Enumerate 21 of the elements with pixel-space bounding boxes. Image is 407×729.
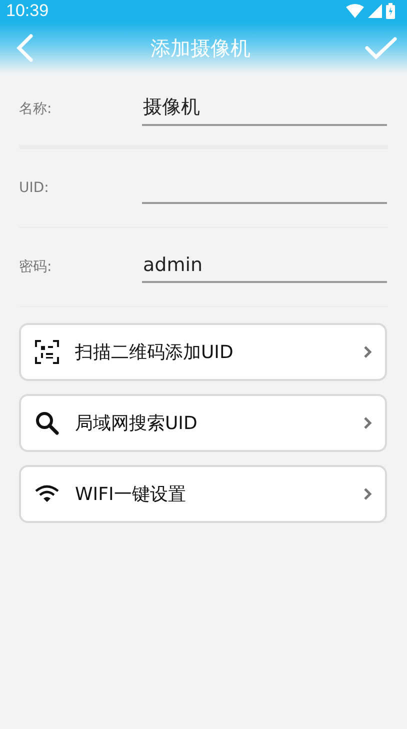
- input-field[interactable]: admin: [142, 250, 387, 284]
- battery-icon: [386, 3, 395, 19]
- field-label: UID:: [19, 178, 50, 198]
- field-label: 密码:: [19, 258, 53, 276]
- search-icon: [35, 411, 59, 435]
- chevron-icon: [363, 487, 373, 501]
- qr-scan-icon: [35, 340, 59, 364]
- back-button[interactable]: [14, 33, 36, 63]
- page-title: 添加摄像机: [150, 35, 250, 62]
- action-button[interactable]: 局域网搜索UID: [19, 394, 387, 452]
- input-field[interactable]: 摄像机: [142, 93, 387, 126]
- wifi-icon: [35, 484, 59, 504]
- action-button[interactable]: 扫描二维码添加UID: [19, 323, 387, 381]
- action-button[interactable]: WIFI一键设置: [19, 465, 387, 523]
- field-label: 名称:: [19, 100, 53, 119]
- cell-signal-icon: [368, 4, 382, 18]
- chevron-icon: [363, 416, 373, 430]
- chevron-icon: [363, 345, 373, 359]
- wifi-signal-icon: [346, 4, 364, 18]
- status-time: 10:39: [6, 0, 49, 22]
- confirm-button[interactable]: [365, 36, 397, 60]
